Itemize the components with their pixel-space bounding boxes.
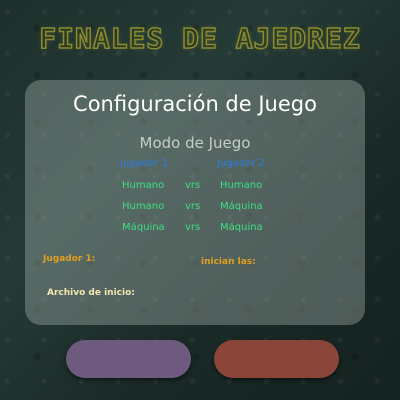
mode-row3-vs: vrs bbox=[185, 222, 201, 233]
header-player1: Jugador 1 bbox=[120, 158, 168, 169]
start-file-label: Archivo de inicio: bbox=[47, 288, 135, 298]
mode-row2-player2[interactable]: Máquina bbox=[220, 201, 263, 212]
mode-row1-vs: vrs bbox=[185, 180, 201, 191]
mode-row2-player1[interactable]: Humano bbox=[122, 201, 164, 212]
panel-title: Configuración de Juego bbox=[73, 92, 317, 116]
mode-row1-player2[interactable]: Humano bbox=[220, 180, 262, 191]
header-player2: Jugador 2 bbox=[217, 158, 265, 169]
right-button[interactable] bbox=[214, 340, 339, 378]
game-config-panel: Configuración de Juego Modo de Juego Jug… bbox=[25, 80, 365, 325]
mode-row3-player1[interactable]: Máquina bbox=[122, 222, 165, 233]
mode-title: Modo de Juego bbox=[139, 134, 251, 152]
player1-label: Jugador 1: bbox=[43, 254, 96, 264]
mode-row1-player1[interactable]: Humano bbox=[122, 180, 164, 191]
mode-row2-vs: vrs bbox=[185, 201, 201, 212]
app-title-banner: FINALES DE AJEDREZ bbox=[39, 21, 361, 56]
left-button[interactable] bbox=[66, 340, 191, 378]
start-label: inician las: bbox=[201, 257, 256, 267]
mode-row3-player2[interactable]: Máquina bbox=[220, 222, 263, 233]
